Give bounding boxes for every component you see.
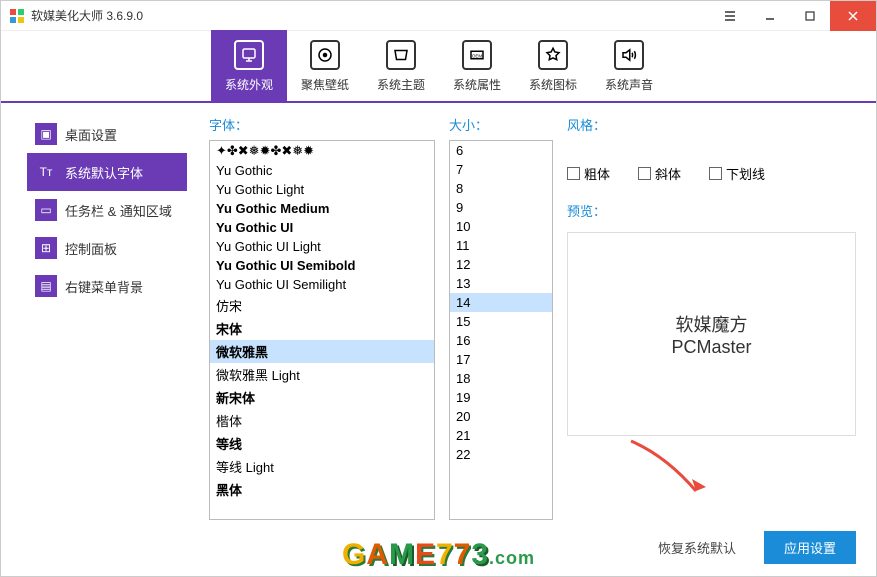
size-option[interactable]: 7 xyxy=(450,160,552,179)
style-row: 粗体 斜体 下划线 xyxy=(567,164,856,183)
font-option[interactable]: Yu Gothic UI Semilight xyxy=(210,275,434,294)
toolbar-item-3[interactable]: OEM 系统属性 xyxy=(439,30,515,102)
toolbar-label: 系统图标 xyxy=(529,76,577,93)
toolbar-label: 系统声音 xyxy=(605,76,653,93)
preview-line2: PCMaster xyxy=(671,337,751,358)
preview-box: 软媒魔方 PCMaster xyxy=(567,232,856,436)
sidebar-label: 右键菜单背景 xyxy=(65,277,143,296)
toolbar-label: 聚焦壁纸 xyxy=(301,76,349,93)
underline-checkbox[interactable]: 下划线 xyxy=(709,164,765,183)
font-option[interactable]: Yu Gothic UI Light xyxy=(210,237,434,256)
italic-checkbox[interactable]: 斜体 xyxy=(638,164,681,183)
toolbar-item-1[interactable]: 聚焦壁纸 xyxy=(287,30,363,102)
sidebar-icon: ▣ xyxy=(35,123,57,145)
bold-checkbox[interactable]: 粗体 xyxy=(567,164,610,183)
size-option[interactable]: 10 xyxy=(450,217,552,236)
right-panel: 风格： 粗体 斜体 下划线 预览： 软媒魔方 PCMaster 恢复系统默认 应… xyxy=(567,115,856,564)
font-listbox[interactable]: ✦✤✖❅✹✤✖❅✹Yu GothicYu Gothic LightYu Goth… xyxy=(209,140,435,520)
size-option[interactable]: 19 xyxy=(450,388,552,407)
sidebar-item-2[interactable]: ▭ 任务栏 & 通知区域 xyxy=(27,191,187,229)
size-option[interactable]: 9 xyxy=(450,198,552,217)
toolbar-item-5[interactable]: 系统声音 xyxy=(591,30,667,102)
sidebar-label: 桌面设置 xyxy=(65,125,117,144)
size-option[interactable]: 21 xyxy=(450,426,552,445)
font-option[interactable]: Yu Gothic Light xyxy=(210,180,434,199)
font-option[interactable]: Yu Gothic xyxy=(210,161,434,180)
svg-text:OEM: OEM xyxy=(472,53,483,58)
size-option[interactable]: 8 xyxy=(450,179,552,198)
font-option[interactable]: 新宋体 xyxy=(210,386,434,409)
size-option[interactable]: 22 xyxy=(450,445,552,464)
toolbar-item-0[interactable]: 系统外观 xyxy=(211,30,287,102)
sidebar-item-1[interactable]: Tт 系统默认字体 xyxy=(27,153,187,191)
apply-button[interactable]: 应用设置 xyxy=(764,531,856,564)
font-option[interactable]: 微软雅黑 Light xyxy=(210,363,434,386)
titlebar: 软媒美化大师 3.6.9.0 xyxy=(1,1,876,31)
close-button[interactable] xyxy=(830,1,876,31)
sidebar: ▣ 桌面设置 Tт 系统默认字体 ▭ 任务栏 & 通知区域 ⊞ 控制面板 ▤ 右键菜单背景 xyxy=(27,115,187,564)
sidebar-label: 任务栏 & 通知区域 xyxy=(65,201,172,220)
toolbar-icon xyxy=(234,40,264,70)
sidebar-item-0[interactable]: ▣ 桌面设置 xyxy=(27,115,187,153)
size-option[interactable]: 12 xyxy=(450,255,552,274)
font-option[interactable]: 仿宋 xyxy=(210,294,434,317)
toolbar-icon: OEM xyxy=(462,40,492,70)
size-listbox[interactable]: 678910111213141516171819202122 xyxy=(449,140,553,520)
sidebar-item-3[interactable]: ⊞ 控制面板 xyxy=(27,229,187,267)
sidebar-icon: ⊞ xyxy=(35,237,57,259)
sidebar-label: 系统默认字体 xyxy=(65,163,143,182)
font-option[interactable]: 等线 Light xyxy=(210,455,434,478)
main-panel: 字体： ✦✤✖❅✹✤✖❅✹Yu GothicYu Gothic LightYu … xyxy=(187,115,856,564)
toolbar-item-2[interactable]: 系统主题 xyxy=(363,30,439,102)
sidebar-label: 控制面板 xyxy=(65,239,117,258)
font-option[interactable]: 等线 xyxy=(210,432,434,455)
preview-label: 预览： xyxy=(567,201,856,220)
toolbar-label: 系统外观 xyxy=(225,76,273,93)
size-option[interactable]: 16 xyxy=(450,331,552,350)
font-option[interactable]: 楷体 xyxy=(210,409,434,432)
toolbar-icon xyxy=(538,40,568,70)
size-option[interactable]: 11 xyxy=(450,236,552,255)
preview-line1: 软媒魔方 xyxy=(676,311,748,337)
size-option[interactable]: 13 xyxy=(450,274,552,293)
menu-button[interactable] xyxy=(710,1,750,31)
style-label: 风格： xyxy=(567,115,856,134)
toolbar-label: 系统属性 xyxy=(453,76,501,93)
toolbar-icon xyxy=(310,40,340,70)
font-option[interactable]: Yu Gothic UI Semibold xyxy=(210,256,434,275)
content-area: ▣ 桌面设置 Tт 系统默认字体 ▭ 任务栏 & 通知区域 ⊞ 控制面板 ▤ 右键菜单背景 字体：… xyxy=(1,103,876,574)
window-controls xyxy=(710,1,876,31)
font-label: 字体： xyxy=(209,115,435,134)
size-option[interactable]: 14 xyxy=(450,293,552,312)
font-option[interactable]: 黑体 xyxy=(210,478,434,501)
toolbar-label: 系统主题 xyxy=(377,76,425,93)
size-column: 大小： 678910111213141516171819202122 xyxy=(449,115,553,564)
reset-button[interactable]: 恢复系统默认 xyxy=(638,531,756,564)
size-option[interactable]: 18 xyxy=(450,369,552,388)
font-column: 字体： ✦✤✖❅✹✤✖❅✹Yu GothicYu Gothic LightYu … xyxy=(209,115,435,564)
toolbar-icon xyxy=(386,40,416,70)
minimize-button[interactable] xyxy=(750,1,790,31)
size-option[interactable]: 20 xyxy=(450,407,552,426)
sidebar-icon: Tт xyxy=(35,161,57,183)
button-row: 恢复系统默认 应用设置 xyxy=(567,521,856,564)
size-option[interactable]: 17 xyxy=(450,350,552,369)
app-icon xyxy=(9,8,25,24)
font-option[interactable]: 宋体 xyxy=(210,317,434,340)
size-label: 大小： xyxy=(449,115,553,134)
font-option[interactable]: ✦✤✖❅✹✤✖❅✹ xyxy=(210,141,434,161)
font-option[interactable]: 微软雅黑 xyxy=(210,340,434,363)
font-option[interactable]: Yu Gothic UI xyxy=(210,218,434,237)
maximize-button[interactable] xyxy=(790,1,830,31)
toolbar-icon xyxy=(614,40,644,70)
font-option[interactable]: Yu Gothic Medium xyxy=(210,199,434,218)
sidebar-item-4[interactable]: ▤ 右键菜单背景 xyxy=(27,267,187,305)
window-title: 软媒美化大师 3.6.9.0 xyxy=(31,7,143,24)
top-toolbar: 系统外观 聚焦壁纸 系统主题 OEM 系统属性 系统图标 系统声音 xyxy=(1,31,876,103)
sidebar-icon: ▭ xyxy=(35,199,57,221)
sidebar-icon: ▤ xyxy=(35,275,57,297)
size-option[interactable]: 15 xyxy=(450,312,552,331)
size-option[interactable]: 6 xyxy=(450,141,552,160)
toolbar-item-4[interactable]: 系统图标 xyxy=(515,30,591,102)
